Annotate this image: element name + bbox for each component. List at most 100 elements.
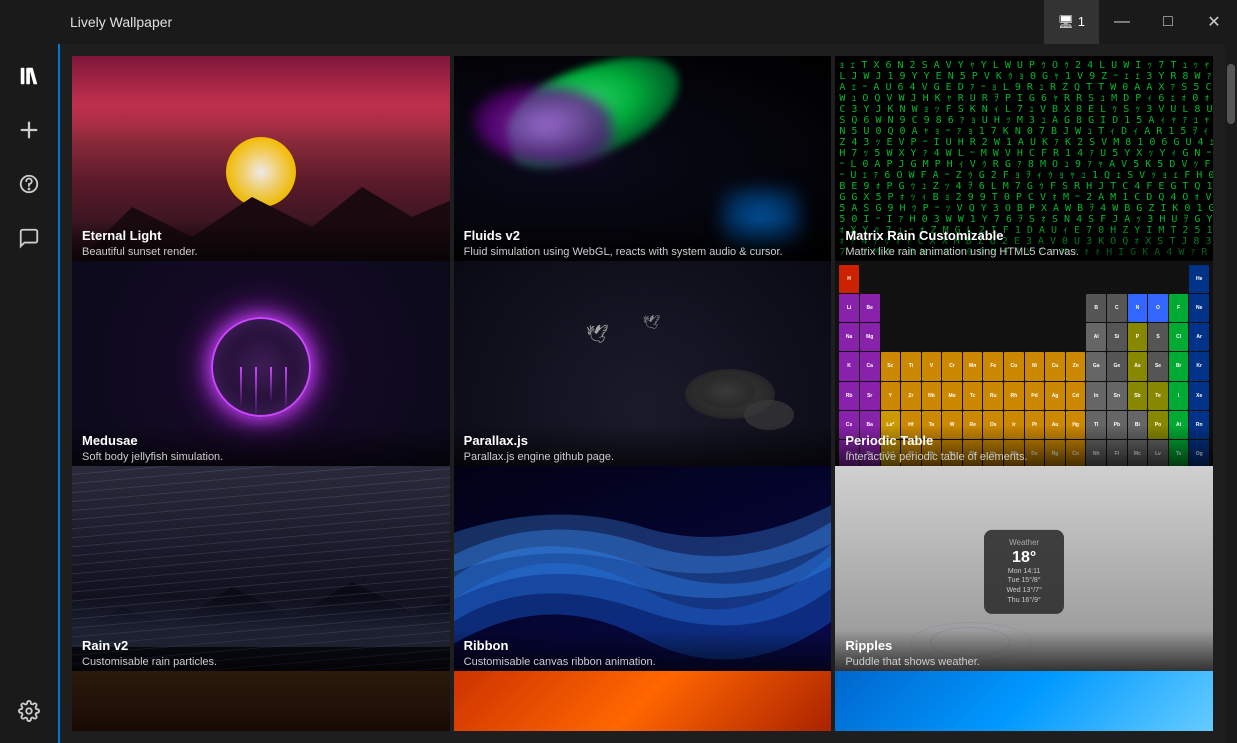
minimize-button[interactable]: —	[1099, 0, 1145, 44]
wallpaper-card-ribbon[interactable]: Ribbon Customisable canvas ribbon animat…	[454, 466, 832, 677]
periodic-element	[881, 294, 901, 322]
monitor-button[interactable]: 🖥 1	[1044, 0, 1099, 44]
library-icon	[18, 65, 40, 87]
periodic-element: Rb	[839, 382, 859, 410]
app-title: Lively Wallpaper	[70, 14, 172, 30]
card-info-parallax: Parallax.js Parallax.js engine github pa…	[454, 425, 832, 472]
periodic-element: S	[1148, 323, 1168, 351]
sidebar-item-help[interactable]	[7, 162, 51, 206]
card-desc-periodic-table: Interactive periodic table of elements.	[845, 450, 1203, 464]
periodic-element: Ti	[901, 352, 921, 380]
sidebar-item-add[interactable]	[7, 108, 51, 152]
periodic-element	[881, 265, 901, 293]
periodic-element: Mg	[860, 323, 880, 351]
card-desc-matrix-rain: Matrix like rain animation using HTML5 C…	[845, 245, 1203, 259]
card-title-medusae: Medusae	[82, 433, 440, 448]
periodic-element: Ag	[1045, 382, 1065, 410]
wallpaper-card-periodic-table[interactable]: HHeLiBeBCNOFNeNaMgAlSiPSClArKCaScTiVCrMn…	[835, 261, 1213, 472]
periodic-element: O	[1148, 294, 1168, 322]
periodic-element	[1066, 265, 1086, 293]
card-desc-eternal-light: Beautiful sunset render.	[82, 245, 440, 259]
periodic-element: Se	[1148, 352, 1168, 380]
wallpaper-card-partial1[interactable]	[72, 671, 450, 731]
periodic-element: Si	[1107, 323, 1127, 351]
periodic-element: Cd	[1066, 382, 1086, 410]
periodic-element: P	[1128, 323, 1148, 351]
scrollbar-track[interactable]	[1225, 44, 1237, 743]
periodic-element: V	[922, 352, 942, 380]
periodic-element: He	[1189, 265, 1209, 293]
title-bar: Lively Wallpaper 🖥 1 — □ ✕	[0, 0, 1237, 44]
sidebar-item-feedback[interactable]	[7, 216, 51, 260]
window-controls: 🖥 1 — □ ✕	[1044, 0, 1237, 44]
periodic-element: Co	[1004, 352, 1024, 380]
wallpaper-card-medusae[interactable]: Medusae Soft body jellyfish simulation.	[72, 261, 450, 472]
periodic-element	[1025, 294, 1045, 322]
card-title-matrix-rain: Matrix Rain Customizable	[845, 228, 1203, 243]
wallpaper-card-rain-v2[interactable]: Rain v2 Customisable rain particles.	[72, 466, 450, 677]
card-info-rain-v2: Rain v2 Customisable rain particles.	[72, 630, 450, 677]
periodic-element	[983, 265, 1003, 293]
card-title-eternal-light: Eternal Light	[82, 228, 440, 243]
wallpaper-card-parallax[interactable]: 🕊 🕊 Parallax.js Parallax.js engine githu…	[454, 261, 832, 472]
periodic-element	[1004, 294, 1024, 322]
wallpaper-card-matrix-rain[interactable]: ｮ ｪ T X 6 N 2 S A V Y ｬ Y L W U P ｩ O ｩ …	[835, 56, 1213, 267]
card-info-medusae: Medusae Soft body jellyfish simulation.	[72, 425, 450, 472]
card-title-periodic-table: Periodic Table	[845, 433, 1203, 448]
periodic-element: B	[1086, 294, 1106, 322]
sidebar-item-settings[interactable]	[7, 689, 51, 733]
periodic-element	[963, 265, 983, 293]
sidebar	[0, 44, 60, 743]
card-desc-ripples: Puddle that shows weather.	[845, 655, 1203, 669]
periodic-element: Na	[839, 323, 859, 351]
wallpaper-card-fluids-v2[interactable]: Fluids v2 Fluid simulation using WebGL, …	[454, 56, 832, 267]
periodic-element: Zn	[1066, 352, 1086, 380]
periodic-element	[1045, 265, 1065, 293]
app-body: Eternal Light Beautiful sunset render. F…	[0, 44, 1237, 743]
periodic-element: As	[1128, 352, 1148, 380]
periodic-element	[1086, 265, 1106, 293]
close-button[interactable]: ✕	[1191, 0, 1237, 44]
periodic-element: Y	[881, 382, 901, 410]
periodic-element: Ge	[1107, 352, 1127, 380]
periodic-element: K	[839, 352, 859, 380]
periodic-element	[922, 265, 942, 293]
periodic-element	[1004, 323, 1024, 351]
settings-icon	[18, 700, 40, 722]
periodic-element: Ni	[1025, 352, 1045, 380]
periodic-element: Te	[1148, 382, 1168, 410]
help-icon	[18, 173, 40, 195]
feedback-icon	[18, 227, 40, 249]
periodic-element: Ne	[1189, 294, 1209, 322]
scrollbar-thumb[interactable]	[1227, 64, 1235, 124]
periodic-element	[942, 265, 962, 293]
wallpaper-card-ripples[interactable]: Weather 18° Mon 14:11 Tue 15°/8° Wed 13°…	[835, 466, 1213, 677]
periodic-element	[963, 323, 983, 351]
periodic-element: Ar	[1189, 323, 1209, 351]
periodic-element: Xe	[1189, 382, 1209, 410]
periodic-element: Ga	[1086, 352, 1106, 380]
wallpaper-card-eternal-light[interactable]: Eternal Light Beautiful sunset render.	[72, 56, 450, 267]
periodic-element	[963, 294, 983, 322]
periodic-element: H	[839, 265, 859, 293]
periodic-element	[983, 323, 1003, 351]
periodic-element	[881, 323, 901, 351]
periodic-element	[1128, 265, 1148, 293]
periodic-element: Zr	[901, 382, 921, 410]
periodic-element: N	[1128, 294, 1148, 322]
sidebar-item-library[interactable]	[7, 54, 51, 98]
periodic-element	[901, 323, 921, 351]
periodic-element	[922, 323, 942, 351]
maximize-button[interactable]: □	[1145, 0, 1191, 44]
periodic-element	[983, 294, 1003, 322]
periodic-element: Sn	[1107, 382, 1127, 410]
wallpaper-grid: Eternal Light Beautiful sunset render. F…	[60, 44, 1225, 743]
periodic-element: Mn	[963, 352, 983, 380]
wallpaper-card-partial3[interactable]	[835, 671, 1213, 731]
wallpaper-card-partial2[interactable]	[454, 671, 832, 731]
periodic-element	[901, 294, 921, 322]
card-title-fluids-v2: Fluids v2	[464, 228, 822, 243]
periodic-element	[1066, 323, 1086, 351]
periodic-element	[1045, 294, 1065, 322]
periodic-element	[1045, 323, 1065, 351]
